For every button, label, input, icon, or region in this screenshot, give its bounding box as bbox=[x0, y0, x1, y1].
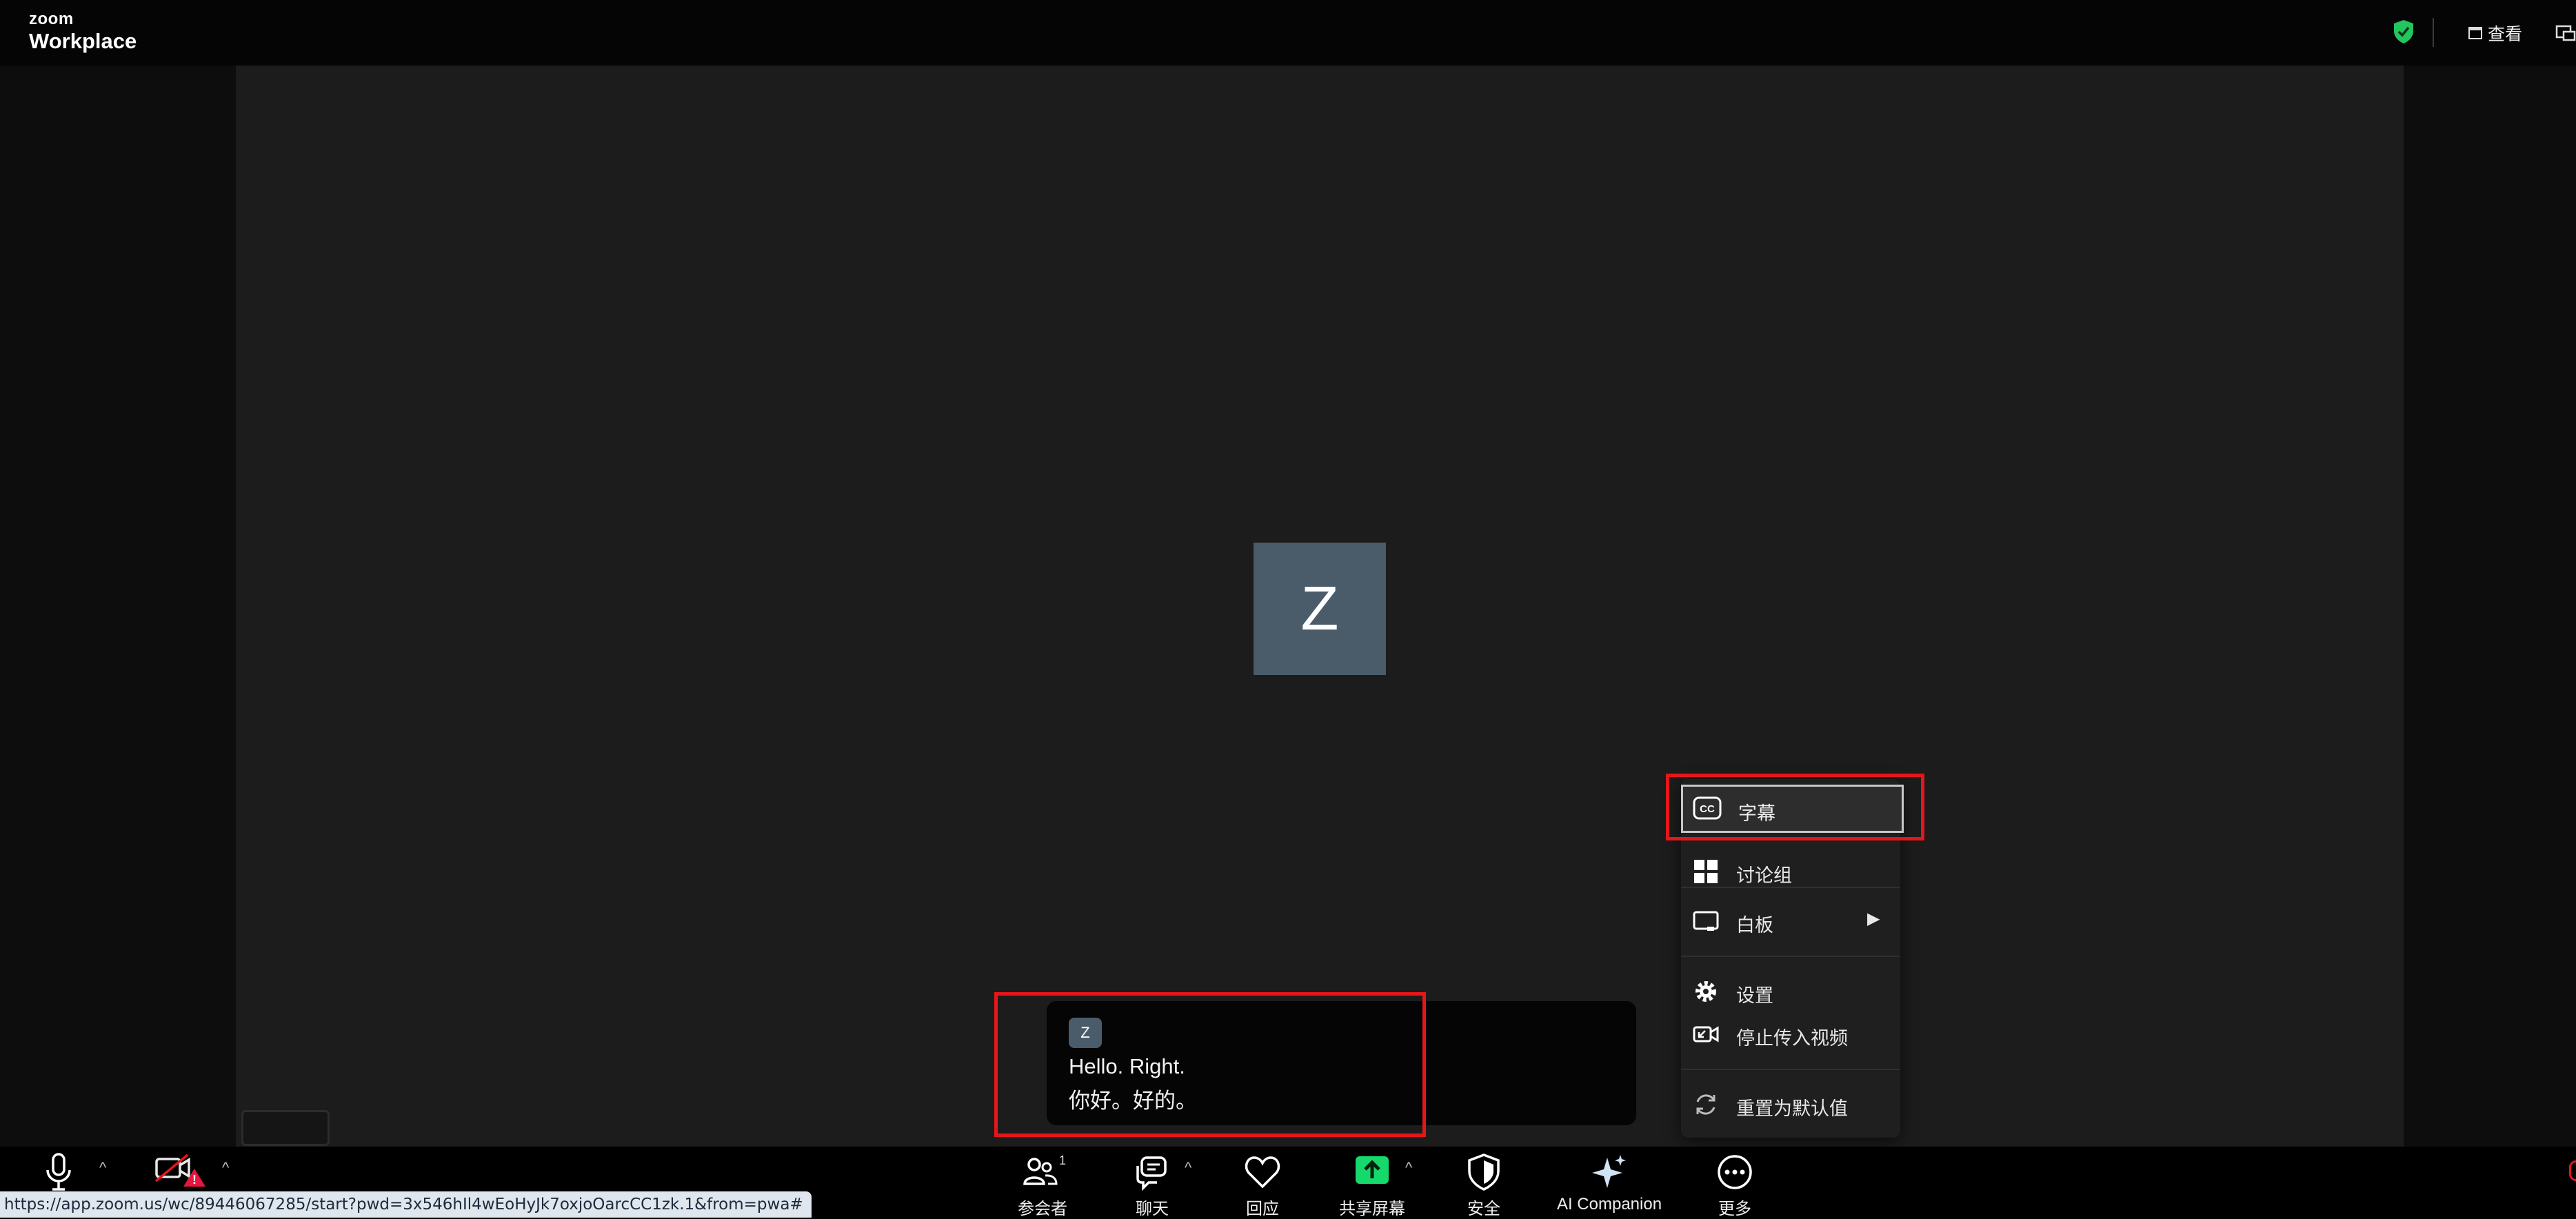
more-dots-icon bbox=[1718, 1155, 1752, 1189]
participants-button[interactable]: 1 参会者 bbox=[1015, 1147, 1070, 1219]
menu-item-settings[interactable]: 设置 bbox=[1681, 972, 1900, 1011]
share-screen-label: 共享屏幕 bbox=[1339, 1200, 1405, 1218]
more-button[interactable]: 更多 bbox=[1714, 1147, 1755, 1219]
stop-incoming-video-icon bbox=[1693, 1026, 1719, 1042]
menu-item-reset-default[interactable]: 重置为默认值 bbox=[1681, 1085, 1900, 1124]
video-options-caret[interactable]: ^ bbox=[222, 1159, 229, 1177]
security-button[interactable]: 安全 bbox=[1462, 1147, 1506, 1219]
reset-icon bbox=[1696, 1094, 1715, 1115]
audio-options-caret[interactable]: ^ bbox=[99, 1159, 106, 1177]
menu-label-settings: 设置 bbox=[1736, 985, 1773, 1006]
header-divider bbox=[2433, 18, 2434, 47]
encryption-shield-icon[interactable] bbox=[2393, 19, 2415, 44]
reactions-label: 回应 bbox=[1246, 1200, 1279, 1218]
captions-highlight-box bbox=[1666, 774, 1924, 840]
logo-zoom-text: zoom bbox=[29, 10, 74, 28]
submenu-arrow-icon: ▶ bbox=[1867, 909, 1880, 928]
more-label: 更多 bbox=[1718, 1200, 1751, 1218]
breakout-rooms-icon bbox=[1694, 860, 1718, 883]
end-meeting-button-edge[interactable] bbox=[2569, 1160, 2576, 1181]
chat-button[interactable]: 聊天 bbox=[1129, 1147, 1175, 1219]
security-label: 安全 bbox=[1467, 1200, 1500, 1218]
ai-companion-label: AI Companion bbox=[1556, 1195, 1662, 1213]
view-button[interactable]: 查看 bbox=[2468, 21, 2522, 46]
ai-companion-button[interactable]: AI Companion bbox=[1554, 1147, 1664, 1219]
popout-window-icon[interactable] bbox=[2555, 22, 2576, 43]
chat-label: 聊天 bbox=[1136, 1200, 1169, 1218]
share-screen-icon bbox=[1356, 1156, 1389, 1184]
self-view-thumbnail[interactable] bbox=[241, 1110, 330, 1146]
menu-divider bbox=[1681, 956, 1900, 957]
gear-icon bbox=[1695, 981, 1716, 1002]
menu-item-breakout-rooms[interactable]: 讨论组 bbox=[1681, 852, 1900, 891]
reactions-button[interactable]: 回应 bbox=[1241, 1147, 1284, 1219]
participant-avatar: Z bbox=[1254, 543, 1386, 675]
whiteboard-icon bbox=[1693, 911, 1719, 931]
heart-icon bbox=[1245, 1156, 1280, 1189]
chat-icon bbox=[1136, 1156, 1167, 1191]
menu-item-whiteboard[interactable]: 白板 ▶ bbox=[1681, 902, 1900, 940]
menu-label-reset: 重置为默认值 bbox=[1736, 1098, 1848, 1119]
zoom-workplace-logo: zoom Workplace bbox=[29, 11, 137, 52]
menu-divider bbox=[1681, 1069, 1900, 1070]
menu-label-breakout: 讨论组 bbox=[1736, 865, 1792, 886]
menu-label-whiteboard: 白板 bbox=[1736, 915, 1773, 936]
video-off-warning-icon[interactable]: ! bbox=[154, 1153, 210, 1191]
link-status-bar: https://app.zoom.us/wc/89446067285/start… bbox=[0, 1191, 812, 1218]
caption-highlight-box bbox=[994, 992, 1426, 1137]
participants-count-badge: 1 bbox=[1059, 1153, 1067, 1167]
menu-divider bbox=[1681, 887, 1900, 888]
security-shield-icon bbox=[1468, 1153, 1500, 1191]
participants-icon bbox=[1023, 1158, 1058, 1185]
svg-text:!: ! bbox=[192, 1173, 197, 1187]
chat-options-caret[interactable]: ^ bbox=[1185, 1159, 1191, 1177]
top-bar: zoom Workplace 查看 bbox=[0, 0, 2576, 66]
sparkle-icon bbox=[1592, 1155, 1626, 1188]
view-label: 查看 bbox=[2488, 25, 2523, 44]
microphone-icon[interactable] bbox=[43, 1152, 74, 1192]
logo-workplace-text: Workplace bbox=[29, 29, 137, 53]
view-icon bbox=[2468, 27, 2482, 39]
share-options-caret[interactable]: ^ bbox=[1405, 1159, 1412, 1177]
share-screen-button[interactable]: 共享屏幕 bbox=[1338, 1147, 1407, 1219]
menu-item-stop-incoming-video[interactable]: 停止传入视频 bbox=[1681, 1015, 1900, 1054]
menu-label-stop-video: 停止传入视频 bbox=[1736, 1028, 1848, 1049]
participants-label: 参会者 bbox=[1018, 1200, 1067, 1218]
